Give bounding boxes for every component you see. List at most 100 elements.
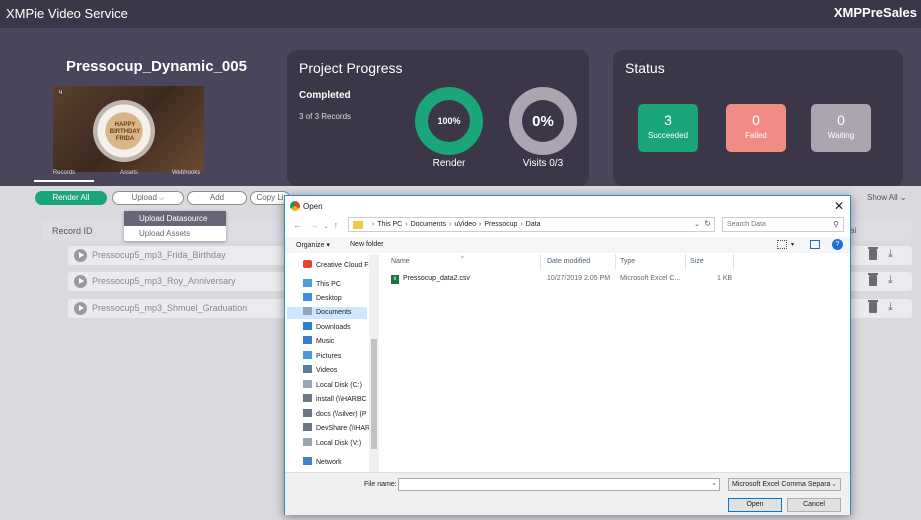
file-row[interactable]: x Pressocup_data2.csv 10/27/2019 2:05 PM… <box>379 273 849 285</box>
nav-item-documents[interactable]: Documents <box>287 307 367 319</box>
play-icon[interactable] <box>74 275 87 288</box>
organize-button[interactable]: Organize ▾ <box>296 241 330 249</box>
download-icon[interactable]: ⤓ <box>888 248 893 261</box>
project-header: Pressocup_Dynamic_005 Ч HAPPY BIRTHDAY F… <box>0 28 921 186</box>
waiting-stat[interactable]: 0 Waiting <box>811 104 871 152</box>
play-icon[interactable] <box>74 249 87 262</box>
nav-item-network[interactable]: Network <box>303 457 342 469</box>
search-box[interactable]: ⚲ <box>722 217 844 232</box>
file-name-input[interactable] <box>398 478 720 491</box>
help-icon[interactable]: ? <box>832 239 843 250</box>
address-bar[interactable]: › This PC › Documents › uVideo › Pressocup › Data… <box>348 217 715 232</box>
nav-item-downloads[interactable]: Downloads <box>303 322 351 334</box>
nav-scrollbar[interactable] <box>369 254 379 472</box>
forward-icon[interactable]: → <box>310 220 319 230</box>
nav-item-local-disk-v[interactable]: Local Disk (V:) <box>303 438 361 450</box>
nav-item-install[interactable]: install (\\HARBC <box>303 394 367 406</box>
nav-item-desktop[interactable]: Desktop <box>303 293 342 305</box>
breadcrumb-item[interactable]: This PC <box>377 221 402 228</box>
chevron-down-icon[interactable]: ⌄ <box>694 220 700 228</box>
render-all-button[interactable]: Render All <box>35 191 107 205</box>
column-size[interactable]: Size <box>690 258 704 265</box>
network-drive-icon <box>303 409 312 417</box>
open-file-dialog: Open ✕ ← → ⌄ ↑ › This PC › Documents › uVideo… <box>284 195 851 515</box>
thumbnail-tag: Ч <box>59 90 63 96</box>
download-icon[interactable]: ⤓ <box>888 274 893 287</box>
back-icon[interactable]: ← <box>293 220 302 230</box>
nav-item-label: Creative Cloud Fil <box>316 262 372 269</box>
breadcrumb-item[interactable]: Pressocup <box>484 221 517 228</box>
app-title: XMPie Video Service <box>6 6 128 21</box>
trash-icon[interactable] <box>868 273 878 286</box>
search-icon[interactable]: ⚲ <box>833 220 839 229</box>
completed-label: Completed <box>299 90 351 101</box>
chevron-down-icon: ⌵ <box>159 195 165 202</box>
tab-assets[interactable]: Assets <box>116 170 142 176</box>
cancel-button[interactable]: Cancel <box>787 498 841 512</box>
visits-value: 0% <box>522 100 564 142</box>
failed-count: 0 <box>752 112 760 128</box>
nav-arrows: ← → ⌄ ↑ <box>293 220 338 230</box>
chevron-down-icon[interactable]: ▾ <box>791 241 794 248</box>
nav-item-label: docs (\\silver) (P <box>316 411 367 418</box>
tab-webhooks[interactable]: Webhooks <box>168 170 204 176</box>
view-options-icon[interactable] <box>777 240 787 249</box>
visits-donut: 0% <box>509 87 577 155</box>
column-divider[interactable] <box>733 254 734 270</box>
column-name[interactable]: Name <box>391 258 410 265</box>
record-id-column[interactable]: Record ID <box>52 226 93 236</box>
breadcrumb-item[interactable]: Data <box>526 221 541 228</box>
nav-item-this-pc[interactable]: This PC <box>303 279 341 291</box>
play-icon[interactable] <box>74 302 87 315</box>
add-button[interactable]: Add <box>187 191 247 205</box>
nav-item-label: Videos <box>316 367 338 374</box>
trash-icon[interactable] <box>868 300 878 313</box>
menu-item-upload-assets[interactable]: Upload Assets <box>124 226 226 241</box>
nav-item-videos[interactable]: Videos <box>303 365 337 377</box>
menu-item-upload-datasource[interactable]: Upload Datasource <box>124 211 226 226</box>
nav-item-docs[interactable]: docs (\\silver) (P <box>303 409 367 421</box>
chevron-down-icon[interactable]: ⌄ <box>324 224 329 230</box>
dialog-toolbar: Organize ▾ New folder ▾ ? <box>285 237 850 253</box>
nav-item-music[interactable]: Music <box>303 336 334 348</box>
search-input[interactable] <box>723 218 823 231</box>
account-name[interactable]: XMPPreSales <box>834 5 917 20</box>
column-divider[interactable] <box>615 254 616 270</box>
show-all-dropdown[interactable]: Show All ⌄ <box>867 193 907 202</box>
file-type-select[interactable]: Microsoft Excel Comma Separa ⌄ <box>728 478 841 491</box>
scrollbar-thumb[interactable] <box>371 339 377 449</box>
record-name: Pressocup5_mp3_Roy_Anniversary <box>92 276 236 286</box>
refresh-icon[interactable]: ↻ <box>704 219 711 228</box>
breadcrumb-item[interactable]: uVideo <box>454 221 476 228</box>
column-type[interactable]: Type <box>620 258 635 265</box>
network-drive-icon <box>303 423 312 431</box>
preview-pane-icon[interactable] <box>810 240 820 249</box>
breadcrumb-item[interactable]: Documents <box>411 221 446 228</box>
column-divider[interactable] <box>685 254 686 270</box>
column-divider[interactable] <box>540 254 541 270</box>
failed-stat[interactable]: 0 Failed <box>726 104 786 152</box>
project-thumbnail[interactable]: Ч HAPPY BIRTHDAY FRIDA <box>53 86 204 172</box>
nav-item-creative-cloud[interactable]: Creative Cloud Fil <box>303 260 372 272</box>
open-button[interactable]: Open <box>728 498 782 512</box>
column-date-modified[interactable]: Date modified <box>547 258 590 265</box>
dialog-footer: File name: ⌄ Microsoft Excel Comma Separ… <box>285 472 850 515</box>
succeeded-stat[interactable]: 3 Succeeded <box>638 104 698 152</box>
disk-icon <box>303 380 312 388</box>
close-icon[interactable]: ✕ <box>834 199 844 213</box>
failed-label: Failed <box>745 131 767 140</box>
nav-item-pictures[interactable]: Pictures <box>303 351 341 363</box>
up-icon[interactable]: ↑ <box>334 220 339 230</box>
tab-records[interactable]: Records <box>34 170 94 182</box>
nav-item-local-disk-c[interactable]: Local Disk (C:) <box>303 380 362 392</box>
chevron-down-icon: ⌄ <box>831 479 837 490</box>
nav-item-devshare[interactable]: DevShare (\\HAR <box>303 423 370 435</box>
excel-file-icon: x <box>391 275 399 284</box>
trash-icon[interactable] <box>868 247 878 260</box>
nav-item-label: Pictures <box>316 353 342 360</box>
nav-item-label: Local Disk (C:) <box>316 382 362 389</box>
upload-button[interactable]: Upload ⌵ <box>112 191 184 205</box>
progress-title: Project Progress <box>299 60 403 76</box>
new-folder-button[interactable]: New folder <box>350 241 383 248</box>
download-icon[interactable]: ⤓ <box>888 301 893 314</box>
